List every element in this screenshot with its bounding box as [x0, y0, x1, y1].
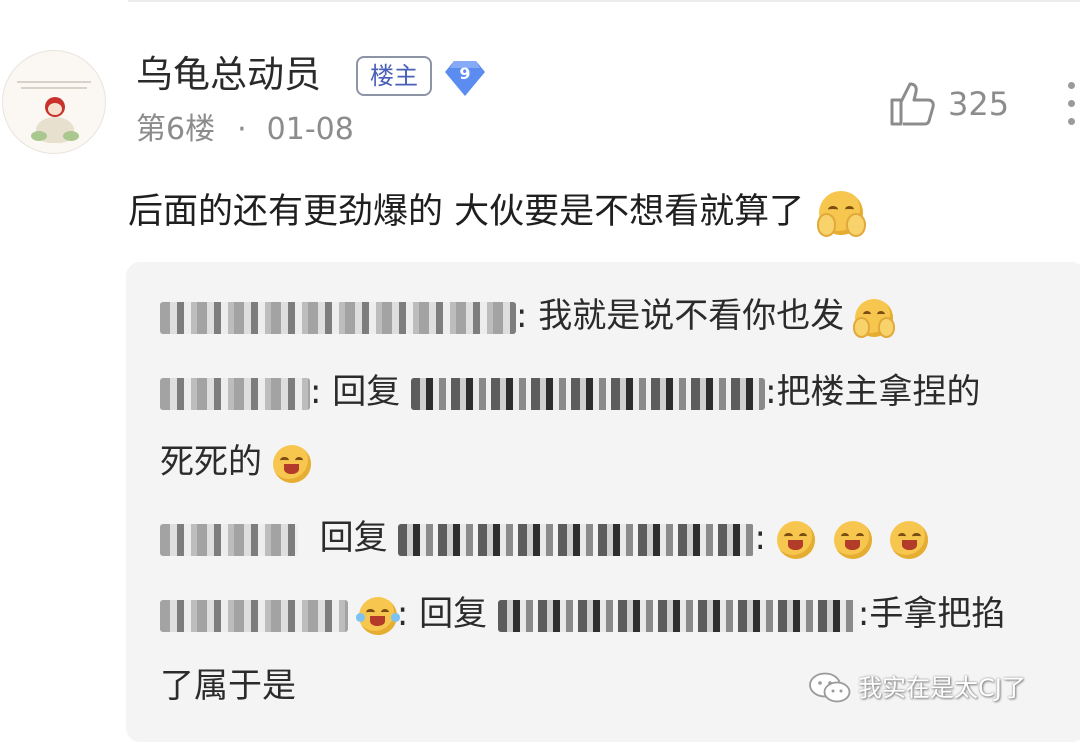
blurred-reply-target: [497, 599, 858, 632]
reply-item[interactable]: : 回复 :把楼主拿捏的: [160, 368, 981, 416]
more-vertical-icon[interactable]: [1064, 80, 1080, 128]
reply-word: : 回复: [396, 594, 488, 634]
grinning-squint-emoji: [833, 520, 872, 559]
meta-separator: ·: [237, 112, 247, 147]
grinning-squint-emoji: [272, 444, 311, 483]
like-button[interactable]: 325: [888, 80, 1028, 128]
username[interactable]: 乌龟总动员: [136, 52, 321, 98]
reply-text-continued: 死死的: [160, 442, 262, 482]
user-avatar[interactable]: [2, 50, 106, 154]
watermark: 我实在是太CJ了: [808, 668, 1068, 708]
reply-item[interactable]: : 回复 :手拿把掐: [160, 590, 1005, 638]
thumbs-up-icon: [890, 82, 935, 126]
blurred-reply-target: [398, 523, 755, 556]
level-number: 9: [459, 64, 471, 83]
post-content: 后面的还有更劲爆的 大伙要是不想看就算了: [128, 186, 866, 238]
reply-text: :把楼主拿捏的: [765, 372, 981, 412]
reply-word: 回复: [319, 518, 388, 558]
grinning-squint-emoji: [776, 520, 815, 559]
reply-item[interactable]: 回复 :: [160, 514, 929, 562]
reply-item[interactable]: : 我就是说不看你也发: [160, 292, 896, 340]
blurred-username: [160, 599, 348, 632]
wechat-icon: [809, 672, 851, 703]
blurred-username: [160, 377, 310, 410]
diamond-level-icon: 9: [444, 58, 486, 98]
blurred-username: [160, 301, 516, 334]
blurred-reply-target: [411, 377, 766, 410]
blurred-username: [160, 523, 298, 556]
blush-hands-emoji: [852, 298, 896, 339]
post-meta: 第6楼 · 01-08: [136, 110, 354, 150]
like-count: 325: [948, 85, 1010, 123]
op-badge: 楼主: [356, 56, 432, 96]
reply-text: :手拿把掐: [857, 594, 1006, 634]
reply-word: : 回复: [310, 372, 401, 412]
reply-item-continued: 死死的: [160, 438, 311, 486]
reply-text: : 我就是说不看你也发: [516, 296, 845, 336]
post-date: 01-08: [266, 112, 354, 147]
grinning-squint-emoji: [890, 520, 929, 559]
top-divider: [128, 0, 1080, 2]
reply-item-continued: 了属于是: [160, 662, 296, 710]
blush-hands-emoji: [816, 191, 866, 237]
watermark-text: 我实在是太CJ了: [858, 674, 1026, 702]
reply-text: :: [754, 518, 766, 558]
tears-of-joy-emoji: [355, 596, 400, 635]
post-content-text: 后面的还有更劲爆的 大伙要是不想看就算了: [128, 192, 805, 232]
floor-number: 第6楼: [136, 112, 216, 147]
reply-text-continued: 了属于是: [160, 666, 296, 706]
